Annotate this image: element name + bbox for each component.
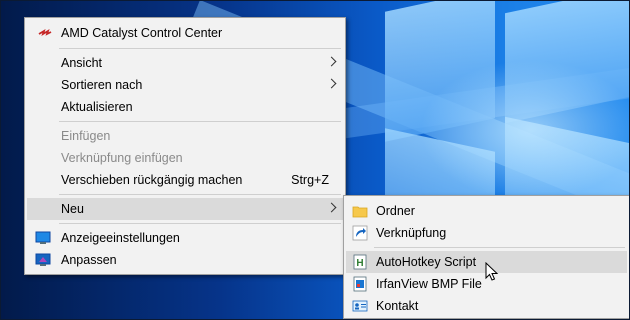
menu-item-label: AutoHotkey Script xyxy=(376,255,477,269)
menu-item-label: Neu xyxy=(61,202,84,216)
menu-item-anpassen[interactable]: Anpassen xyxy=(27,249,343,271)
menu-item-verknuepfung-einfuegen[interactable]: Verknüpfung einfügen xyxy=(27,147,343,169)
menu-item-anzeigeeinstellungen[interactable]: Anzeigeeinstellungen xyxy=(27,227,343,249)
menu-item-label: Verschieben rückgängig machen xyxy=(61,173,243,187)
menu-item-einfuegen[interactable]: Einfügen xyxy=(27,125,343,147)
menu-separator xyxy=(374,247,625,248)
submenu-item-kontakt[interactable]: Kontakt xyxy=(346,295,627,317)
menu-item-label: Kontakt xyxy=(376,299,419,313)
display-settings-icon xyxy=(35,231,51,244)
light-glow xyxy=(420,60,630,200)
menu-separator xyxy=(59,48,341,49)
menu-item-sortieren-nach[interactable]: Sortieren nach xyxy=(27,74,343,96)
menu-item-label: Aktualisieren xyxy=(61,100,133,114)
menu-item-amd-catalyst[interactable]: AMD Catalyst Control Center xyxy=(27,22,343,44)
mouse-cursor-icon xyxy=(485,262,499,281)
menu-item-label: Einfügen xyxy=(61,129,111,143)
menu-item-label: Anpassen xyxy=(61,253,117,267)
menu-separator xyxy=(59,121,341,122)
desktop-context-menu: AMD Catalyst Control Center Ansicht Sort… xyxy=(24,17,346,275)
menu-item-label: Verknüpfung einfügen xyxy=(61,151,183,165)
folder-icon xyxy=(352,206,368,218)
submenu-item-ordner[interactable]: Ordner xyxy=(346,200,627,222)
menu-item-label: Verknüpfung xyxy=(376,226,447,240)
contact-icon xyxy=(352,300,368,312)
menu-item-verschieben-rueckgaengig[interactable]: Verschieben rückgängig machen Strg+Z xyxy=(27,169,343,191)
menu-item-label: AMD Catalyst Control Center xyxy=(61,26,223,40)
menu-item-label: IrfanView BMP File xyxy=(376,277,482,291)
chevron-right-icon xyxy=(326,78,337,89)
submenu-neu: Ordner Verknüpfung H AutoHotkey Script I… xyxy=(343,195,630,319)
menu-item-neu[interactable]: Neu xyxy=(27,198,343,220)
shortcut-label: Strg+Z xyxy=(291,173,329,187)
irfanview-bmp-icon xyxy=(353,276,367,292)
menu-item-aktualisieren[interactable]: Aktualisieren xyxy=(27,96,343,118)
svg-text:H: H xyxy=(356,258,363,269)
shortcut-icon xyxy=(352,225,368,241)
menu-item-label: Ansicht xyxy=(61,56,102,70)
chevron-right-icon xyxy=(326,202,337,213)
menu-item-label: Anzeigeeinstellungen xyxy=(61,231,180,245)
menu-separator xyxy=(59,223,341,224)
submenu-item-verknuepfung[interactable]: Verknüpfung xyxy=(346,222,627,244)
amd-catalyst-icon xyxy=(38,28,52,37)
menu-item-ansicht[interactable]: Ansicht xyxy=(27,52,343,74)
personalize-icon xyxy=(35,253,51,266)
menu-separator xyxy=(59,194,341,195)
autohotkey-script-icon: H xyxy=(353,254,367,270)
menu-item-label: Ordner xyxy=(376,204,415,218)
menu-item-label: Sortieren nach xyxy=(61,78,143,92)
chevron-right-icon xyxy=(326,56,337,67)
